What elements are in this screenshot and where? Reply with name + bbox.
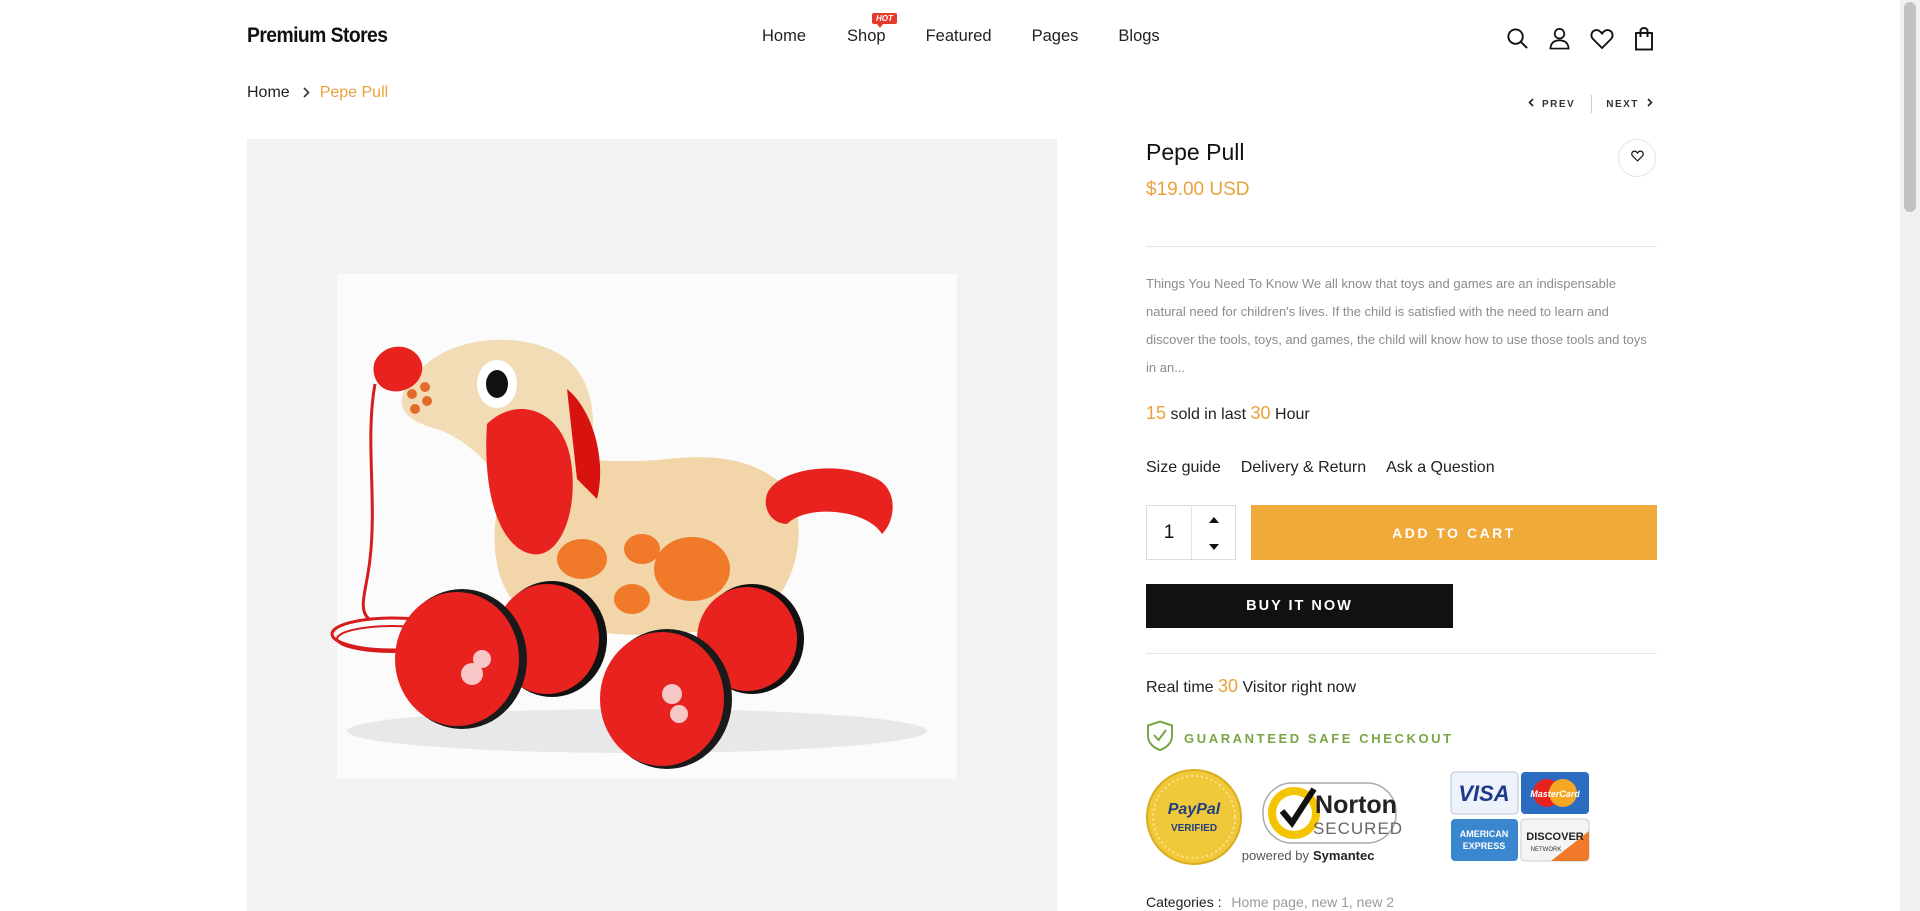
nav-item-pages[interactable]: Pages (1032, 27, 1079, 46)
chevron-left-icon (1528, 98, 1534, 110)
discover-logo: DISCOVER NETWORK (1520, 818, 1590, 862)
visitor-counter: Real time 30 Visitor right now (1146, 676, 1356, 697)
site-logo[interactable]: Premium Stores (247, 24, 388, 48)
product-categories: Categories : Home page, new 1, new 2 (1146, 894, 1394, 910)
breadcrumb-home[interactable]: Home (247, 84, 290, 102)
wishlist-icon[interactable] (1589, 26, 1614, 51)
norton-secured-text: SECURED (1313, 819, 1403, 838)
prev-product-link[interactable]: PREV (1528, 98, 1575, 110)
quantity-decrease-button[interactable] (1192, 533, 1235, 560)
pager-divider (1591, 95, 1593, 113)
pull-toy-dog-illustration (330, 339, 927, 769)
visitors-suffix: Visitor right now (1242, 679, 1357, 696)
prev-label: PREV (1542, 98, 1576, 110)
american-express-logo: AMERICAN EXPRESS (1451, 819, 1518, 861)
product-title: Pepe Pull (1146, 139, 1245, 165)
sold-counter: 15 sold in last 30 Hour (1146, 403, 1310, 424)
heart-icon (1630, 149, 1644, 167)
search-icon[interactable] (1505, 26, 1530, 51)
product-description: Things You Need To Know We all know that… (1146, 276, 1647, 375)
visitors-count: 30 (1218, 676, 1239, 696)
nav-item-featured[interactable]: Featured (926, 27, 992, 46)
hot-badge: HOT (872, 13, 897, 28)
mastercard-logo: MasterCard (1521, 772, 1589, 814)
sold-text: sold in last (1170, 406, 1247, 423)
nav-item-shop-label: Shop (847, 27, 886, 45)
product-pager: PREV NEXT (1528, 95, 1653, 113)
shield-check-icon (1146, 720, 1174, 756)
chevron-right-icon (302, 86, 310, 101)
safe-checkout-label: GUARANTEED SAFE CHECKOUT (1184, 730, 1454, 746)
amex-line1-text: AMERICAN (1460, 829, 1509, 839)
buy-it-now-button[interactable]: BUY IT NOW (1146, 584, 1453, 628)
breadcrumb: Home Pepe Pull (247, 84, 388, 102)
discover-network-text: NETWORK (1531, 847, 1562, 853)
categories-label: Categories : (1146, 894, 1222, 910)
norton-text: Norton (1315, 791, 1397, 819)
categories-list[interactable]: Home page, new 1, new 2 (1231, 894, 1394, 910)
product-extra-links: Size guide Delivery & Return Ask a Quest… (1146, 459, 1495, 477)
paypal-text: PayPal (1168, 801, 1221, 818)
quantity-stepper: 1 (1146, 505, 1236, 560)
add-to-cart-button[interactable]: ADD TO CART (1251, 505, 1657, 560)
divider (1146, 653, 1657, 654)
product-price: $19.00 USD (1146, 179, 1250, 200)
quantity-input[interactable]: 1 (1147, 506, 1192, 559)
sold-suffix: Hour (1275, 406, 1310, 423)
caret-down-icon (1208, 537, 1219, 555)
breadcrumb-current: Pepe Pull (319, 84, 389, 101)
payment-trust-badges: PayPal VERIFIED Norton SECURED powered b… (1146, 769, 1590, 865)
trust-badges: PayPal VERIFIED Norton SECURED powered b… (1146, 769, 1657, 869)
mastercard-text: MasterCard (1530, 789, 1580, 799)
paypal-verified-badge: PayPal VERIFIED (1146, 769, 1242, 865)
quantity-increase-button[interactable] (1192, 506, 1235, 533)
scrollbar-thumb[interactable] (1904, 2, 1916, 212)
caret-up-icon (1208, 510, 1219, 528)
cart-icon[interactable] (1631, 26, 1656, 51)
add-to-wishlist-button[interactable] (1618, 139, 1656, 177)
main-nav: Home Shop HOT Featured Pages Blogs (762, 13, 1160, 46)
visitors-prefix: Real time (1146, 679, 1214, 696)
amex-line2-text: EXPRESS (1463, 841, 1506, 851)
next-label: NEXT (1606, 98, 1639, 110)
chevron-right-icon (1647, 98, 1653, 110)
product-image[interactable] (247, 139, 1057, 911)
next-product-link[interactable]: NEXT (1606, 98, 1653, 110)
page-scrollbar[interactable] (1900, 0, 1920, 911)
nav-item-blogs[interactable]: Blogs (1118, 27, 1159, 46)
symantec-text: Symantec (1313, 848, 1374, 863)
norton-powered-text: powered by (1242, 848, 1310, 863)
header-actions (1505, 26, 1656, 51)
site-header: Premium Stores Home Shop HOT Featured Pa… (0, 0, 1900, 76)
nav-item-home[interactable]: Home (762, 27, 806, 46)
paypal-verified-text: VERIFIED (1171, 823, 1217, 834)
discover-text: DISCOVER (1526, 831, 1584, 843)
size-guide-link[interactable]: Size guide (1146, 459, 1221, 477)
delivery-return-link[interactable]: Delivery & Return (1241, 459, 1366, 477)
quantity-buttons (1192, 506, 1235, 559)
visa-text: VISA (1458, 781, 1509, 806)
ask-question-link[interactable]: Ask a Question (1386, 459, 1495, 477)
visa-logo: VISA (1450, 771, 1519, 815)
divider (1146, 246, 1657, 247)
norton-secured-badge: Norton SECURED powered by Symantec (1242, 782, 1403, 863)
account-icon[interactable] (1547, 26, 1572, 51)
nav-item-shop[interactable]: Shop HOT (847, 13, 897, 46)
sold-count: 15 (1146, 403, 1167, 423)
safe-checkout: GUARANTEED SAFE CHECKOUT (1146, 720, 1454, 756)
sold-hours: 30 (1250, 403, 1271, 423)
